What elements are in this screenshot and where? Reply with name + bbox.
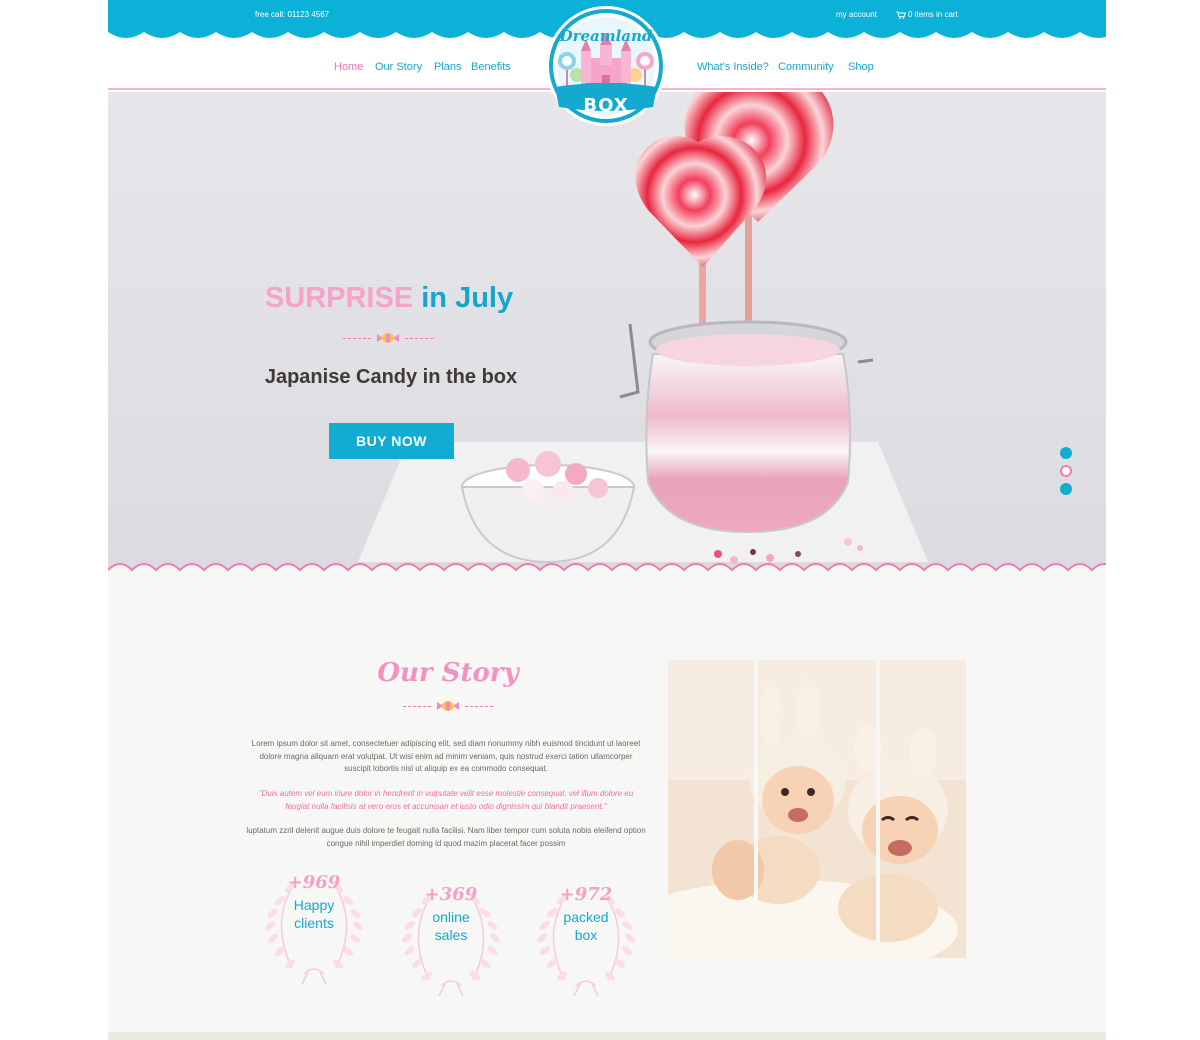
photo-strip-1	[668, 660, 754, 958]
divider-line	[403, 705, 431, 707]
divider-line	[405, 337, 433, 339]
slider-dot-3[interactable]	[1060, 483, 1072, 495]
nav-community[interactable]: Community	[778, 61, 834, 73]
slider-dot-2[interactable]	[1060, 465, 1072, 477]
hero-title-highlight: SURPRISE	[264, 282, 414, 314]
logo-badge	[546, 6, 666, 126]
hero-candy-jar-image	[348, 92, 938, 580]
photo-strip-3	[880, 660, 966, 958]
candy-icon	[377, 333, 399, 343]
cart-label: 0 items in cart	[908, 10, 958, 19]
phone-number: free call: 01123 4567	[255, 10, 330, 19]
nav-plans[interactable]: Plans	[434, 61, 462, 73]
babies-photo	[758, 660, 876, 958]
stat-number: +369	[424, 884, 478, 905]
babies-photo	[880, 660, 966, 958]
story-title: Our Story	[377, 658, 519, 688]
stat-label: Happy clients	[293, 897, 335, 931]
stat-online-sales: +369 online sales	[401, 884, 501, 1004]
story-divider	[388, 700, 508, 712]
stat-happy-clients: +969 Happy clients	[264, 872, 364, 992]
hero-slider: SURPRISE in July Japanise Candy in the b…	[108, 92, 1106, 580]
buy-now-button[interactable]: BUY NOW	[329, 423, 454, 459]
my-account-link[interactable]: my account	[836, 10, 877, 19]
stat-number: +969	[287, 872, 341, 893]
hero-subtitle: Japanise Candy in the box	[264, 366, 518, 388]
slider-dot-1[interactable]	[1060, 447, 1072, 459]
divider-line	[343, 337, 371, 339]
nav-benefits[interactable]: Benefits	[471, 61, 511, 73]
next-section-edge	[108, 1032, 1106, 1040]
nav-shop[interactable]: Shop	[848, 61, 874, 73]
candy-icon	[437, 701, 459, 711]
stat-label: online sales	[432, 909, 470, 943]
hero-wave-border	[108, 563, 1106, 580]
cart-link[interactable]: 0 items in cart	[896, 10, 958, 19]
nav-home[interactable]: Home	[334, 61, 363, 73]
nav-whats-inside[interactable]: What's Inside?	[697, 61, 769, 73]
story-paragraph: Lorem ipsum dolor sit amet, consectetuer…	[251, 739, 641, 773]
divider-line	[465, 705, 493, 707]
cart-icon	[896, 10, 906, 19]
page: free call: 01123 4567 my account 0 items…	[108, 0, 1106, 1040]
stat-label: packed box	[563, 909, 609, 943]
hero-title-rest: in July	[421, 282, 514, 314]
story-quote: "Duis autem vel eum iriure dolor in hend…	[258, 789, 634, 811]
hero-title: SURPRISE in July	[258, 282, 520, 315]
our-story-section: Our Story Lorem ipsum dolor sit amet, co…	[108, 580, 1106, 1032]
logo[interactable]: Dreamland BOX	[545, 3, 667, 129]
stat-number: +972	[559, 884, 613, 905]
nav-our-story[interactable]: Our Story	[375, 61, 422, 73]
hero-divider	[328, 332, 448, 344]
stat-packed-box: +972 packed box	[536, 884, 636, 1004]
photo-strip-2	[758, 660, 876, 958]
babies-photo	[668, 660, 754, 958]
story-paragraph: luptatum zzril delenit augue duis dolore…	[246, 826, 646, 848]
